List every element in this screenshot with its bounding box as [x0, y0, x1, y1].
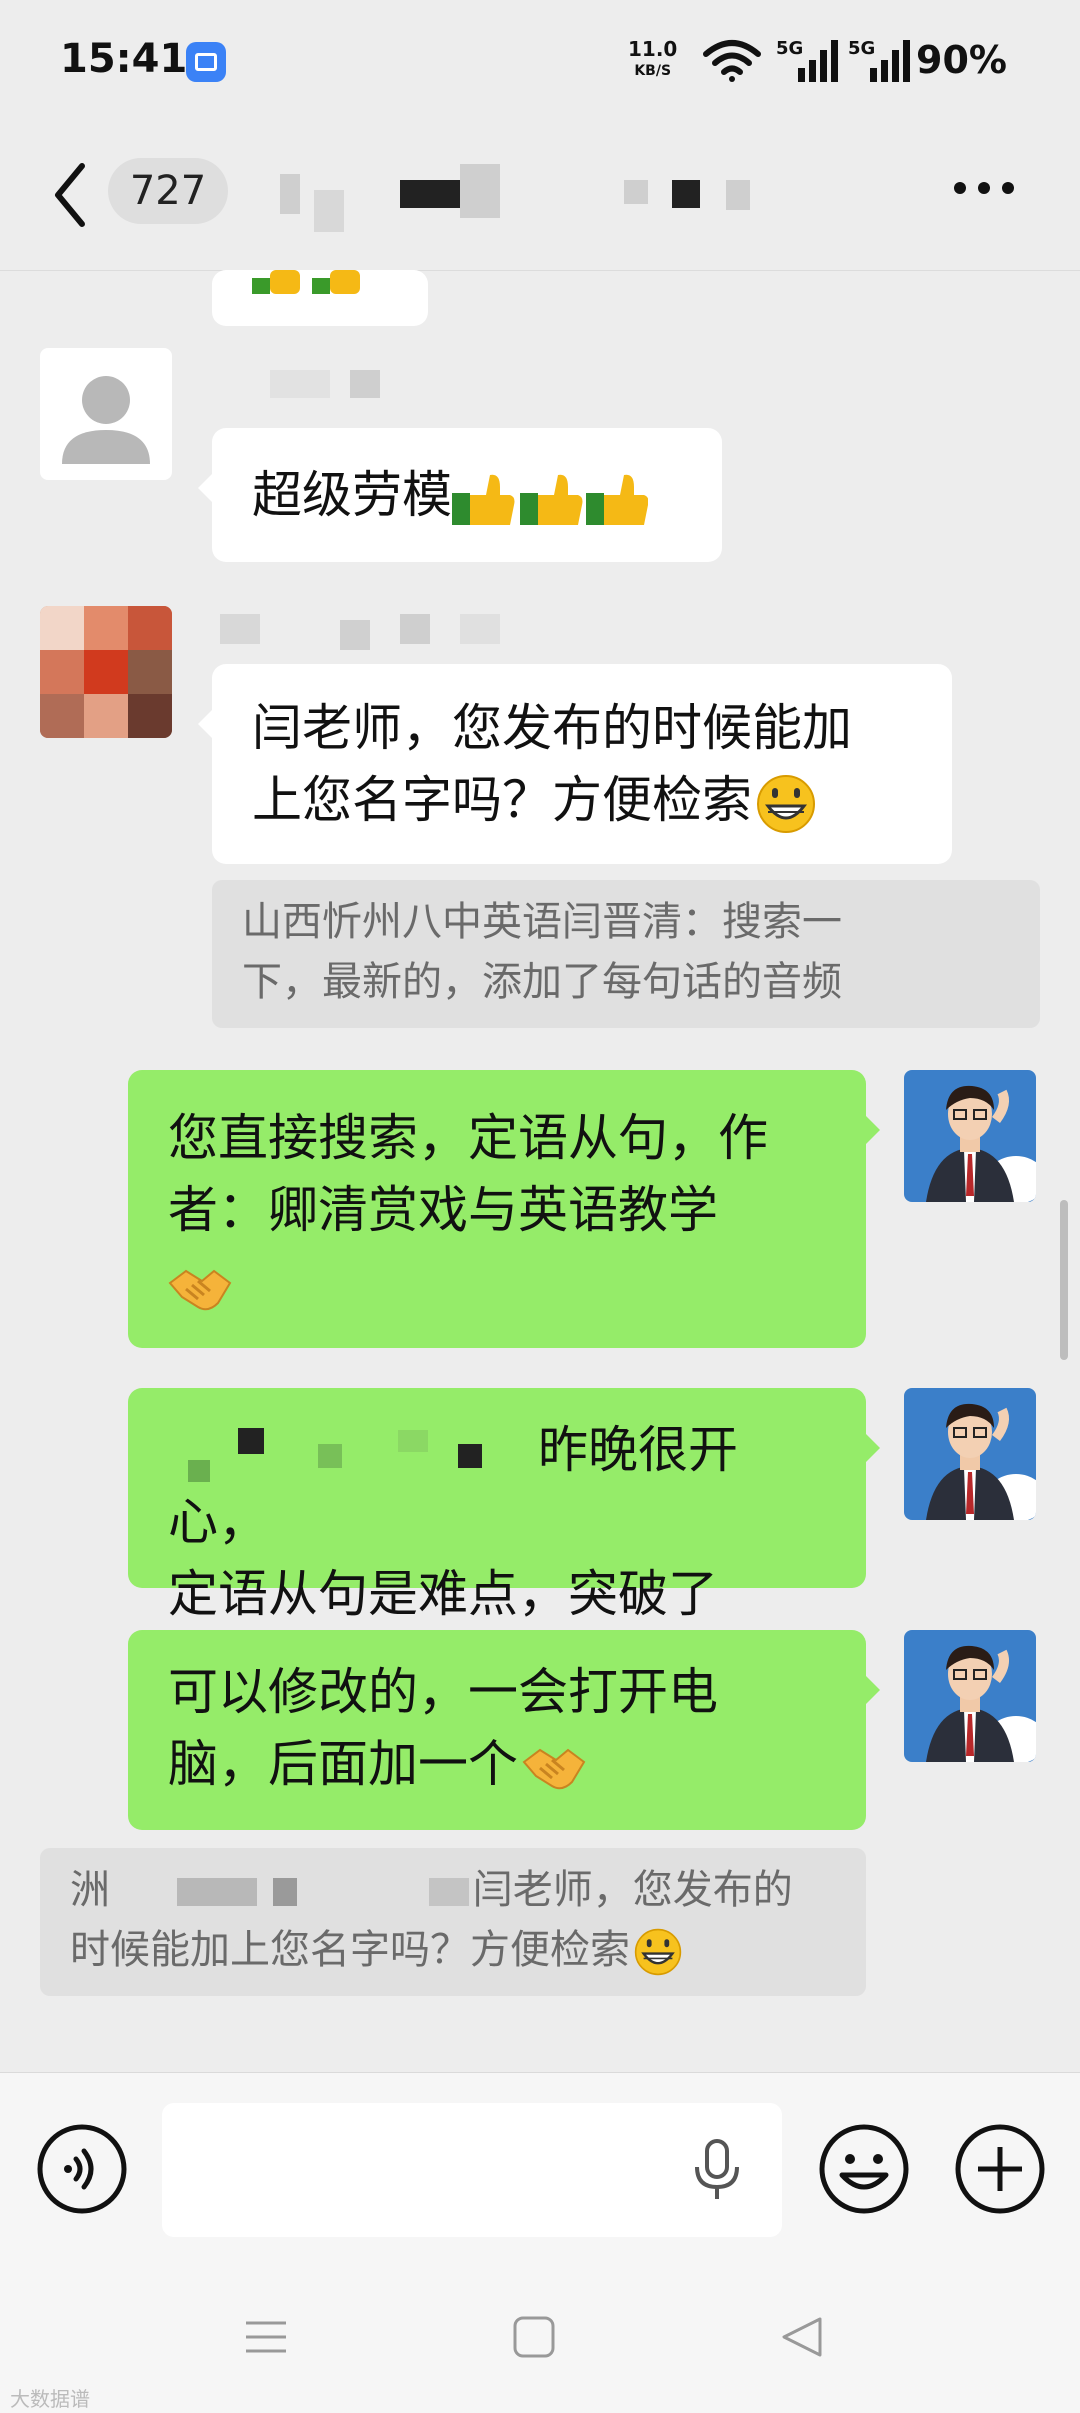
grin-emoji-icon: [634, 1928, 682, 1976]
chat-title-blurred: [280, 160, 760, 240]
message-text-line1: 可以修改的，一会打开电: [168, 1663, 718, 1721]
message-text-line1: 您直接搜索，定语从句，作: [168, 1109, 768, 1167]
avatar-pixelated[interactable]: [40, 606, 172, 738]
microphone-icon[interactable]: [692, 2139, 742, 2203]
message-bubble[interactable]: 闫老师，您发布的时候能加 上您名字吗？方便检索: [198, 664, 952, 864]
message-text-line2: 者：卿清赏戏与英语教学: [168, 1181, 718, 1239]
handshake-icon: [168, 1269, 232, 1310]
emoji-icon[interactable]: [818, 2123, 910, 2215]
message-text-line2: 定语从句是难点，突破了: [168, 1565, 718, 1623]
quote-line2: 下，最新的，添加了每句话的音频: [242, 959, 842, 1005]
my-message-bubble[interactable]: 可以修改的，一会打开电 脑，后面加一个: [128, 1630, 880, 1830]
message-bubble-partial[interactable]: [212, 270, 428, 326]
network-speed: 11.0 KB/S: [628, 38, 677, 82]
message-text-line2-text: 上您名字吗？方便检索: [252, 771, 752, 829]
quoted-message[interactable]: 洲 闫老师，您发布的 时候能加上您名字吗？方便检索: [40, 1848, 866, 1996]
default-user-icon: [62, 376, 150, 464]
sender-name-blurred: [220, 614, 520, 654]
unread-count-badge[interactable]: 727: [108, 158, 228, 224]
quote-line1: 洲 闫老师，您发布的: [70, 1860, 836, 1920]
grin-emoji-icon: [757, 774, 815, 833]
signal2-label: 5G: [848, 38, 875, 59]
thumbs-up-icon: [452, 474, 648, 525]
quote-line2-text: 时候能加上您名字吗？方便检索: [70, 1927, 630, 1973]
quote-line1: 山西忻州八中英语闫晋清：搜索一: [242, 899, 842, 945]
redacted-area: [168, 1424, 538, 1484]
avatar-default[interactable]: [40, 348, 172, 480]
message-text-line2: 脑，后面加一个: [168, 1728, 826, 1800]
sender-name-blurred: [270, 370, 430, 400]
avatar-mosaic: [40, 606, 172, 738]
my-message-bubble[interactable]: 您直接搜索，定语从句，作 者：卿清赏戏与英语教学: [128, 1070, 880, 1348]
cartoon-teacher-avatar: [904, 1388, 1036, 1520]
handshake-icon: [522, 1748, 586, 1789]
thumbs-up-icon: [252, 270, 360, 294]
status-bar: 15:41 11.0 KB/S 5G 5G 90%: [0, 0, 1080, 120]
network-speed-value: 11.0: [628, 37, 678, 61]
message-text-line1: 昨晚很开心，: [168, 1414, 826, 1558]
home-icon[interactable]: [512, 2315, 556, 2359]
message-text-line2-text: 脑，后面加一个: [168, 1735, 518, 1793]
status-time: 15:41: [60, 36, 188, 82]
plus-icon[interactable]: [954, 2123, 1046, 2215]
chat-messages[interactable]: 超级劳模 闫老师，您发布的时候能加 上您名字吗？方便检索 山西忻州八中英语闫晋清: [0, 270, 1080, 2070]
notification-app-icon: [186, 42, 226, 82]
watermark: 大数据谱: [10, 2387, 90, 2411]
message-text-field[interactable]: [162, 2103, 782, 2237]
redacted-name: [123, 1874, 473, 1910]
message-text: 超级劳模: [252, 466, 452, 524]
wifi-icon: [703, 40, 761, 82]
recent-apps-icon[interactable]: [244, 2315, 288, 2359]
network-speed-unit: KB/S: [634, 63, 672, 79]
message-input-bar: 大数据谱: [0, 2072, 1080, 2413]
voice-icon[interactable]: [36, 2123, 128, 2215]
chat-header: 727: [0, 120, 1080, 271]
message-text-line2: 上您名字吗？方便检索: [252, 764, 912, 836]
back-arrow-icon[interactable]: [50, 160, 90, 230]
message-text-line1: 闫老师，您发布的时候能加: [252, 699, 852, 757]
my-message-bubble[interactable]: 昨晚很开心， 定语从句是难点，突破了: [128, 1388, 880, 1623]
quote-prefix: 洲: [70, 1867, 110, 1913]
my-avatar[interactable]: [904, 1630, 1036, 1762]
system-navigation-bar: [0, 2293, 1080, 2393]
quoted-message[interactable]: 山西忻州八中英语闫晋清：搜索一 下，最新的，添加了每句话的音频: [212, 880, 1040, 1028]
back-triangle-icon[interactable]: [780, 2315, 824, 2359]
my-avatar[interactable]: [904, 1070, 1036, 1202]
signal-5g-icon-1: 5G: [776, 38, 838, 82]
signal-5g-icon-2: 5G: [848, 38, 910, 82]
my-avatar[interactable]: [904, 1388, 1036, 1520]
battery-level: 90%: [916, 38, 1007, 82]
quote-line2: 时候能加上您名字吗？方便检索: [70, 1920, 836, 1980]
message-bubble[interactable]: 超级劳模: [198, 428, 722, 562]
cartoon-teacher-avatar: [904, 1630, 1036, 1762]
more-options-icon[interactable]: [952, 180, 1016, 196]
chat-scrollbar[interactable]: [1060, 1200, 1068, 1360]
cartoon-teacher-avatar: [904, 1070, 1036, 1202]
quote-line1-text: 闫老师，您发布的: [472, 1867, 793, 1913]
signal1-label: 5G: [776, 38, 803, 59]
